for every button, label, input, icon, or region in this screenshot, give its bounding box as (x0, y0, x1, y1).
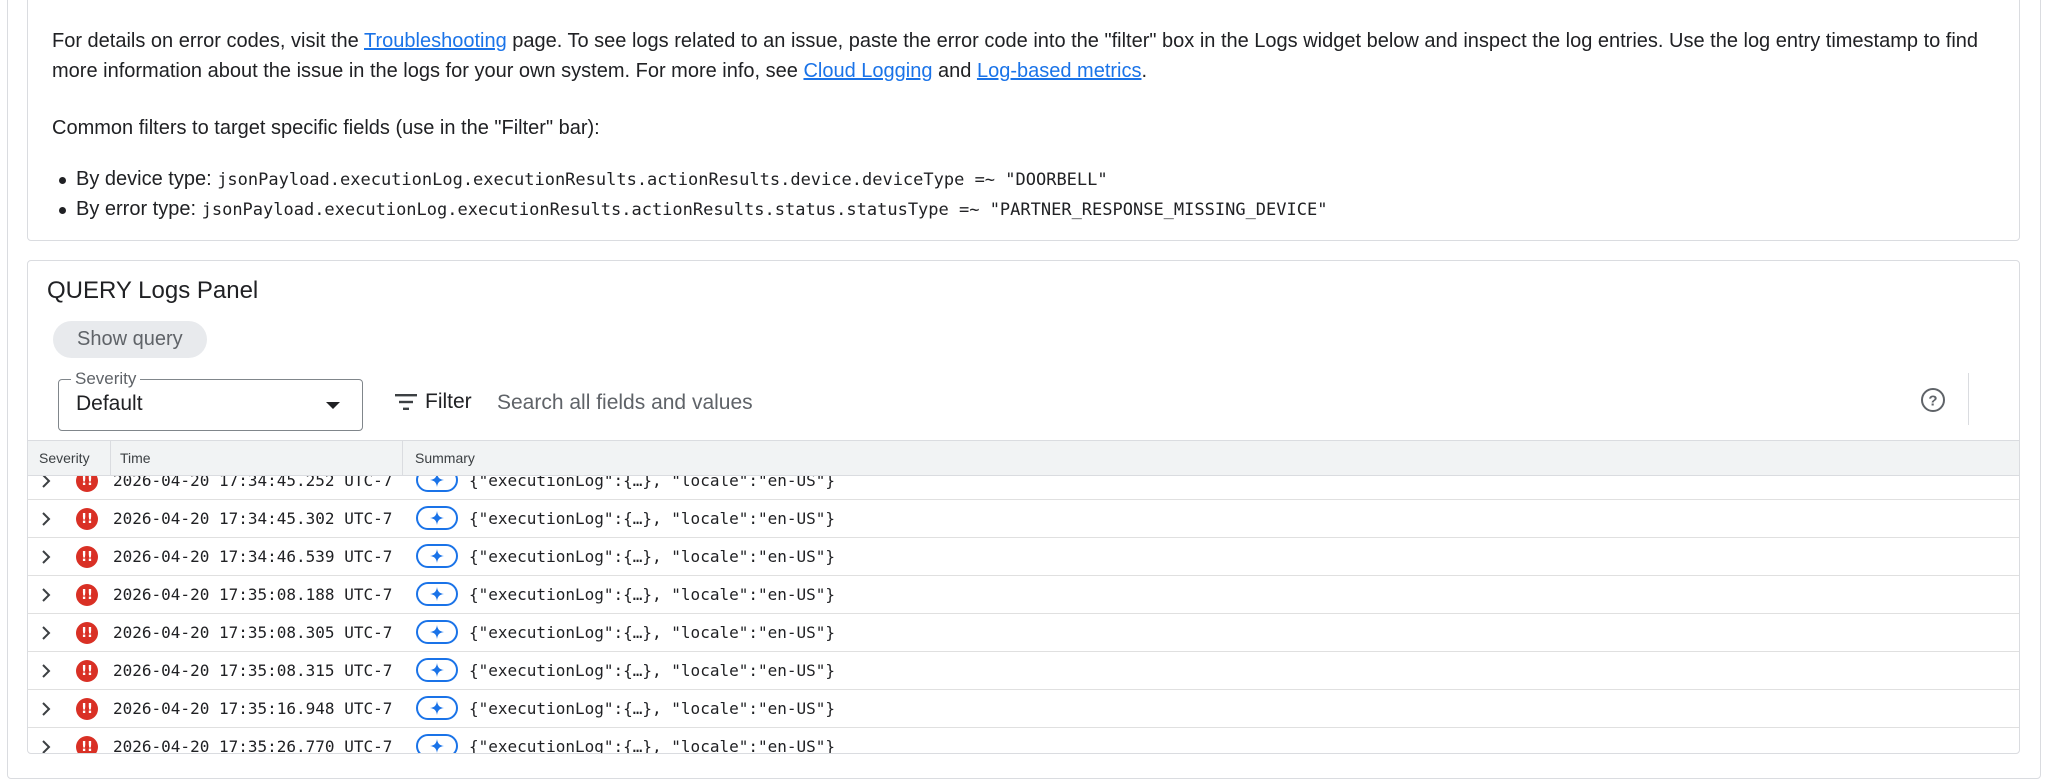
chevron-right-icon[interactable] (37, 586, 55, 604)
column-header-time[interactable]: Time (120, 441, 151, 475)
column-divider (402, 441, 403, 475)
table-row[interactable]: !! 2026-04-20 17:35:08.305 UTC-7 {"execu… (28, 614, 2019, 652)
help-icon[interactable]: ? (1919, 386, 1947, 414)
chevron-right-icon[interactable] (37, 700, 55, 718)
sparkle-glyph (430, 739, 444, 753)
chevron-right-icon[interactable] (37, 624, 55, 642)
table-row[interactable]: !! 2026-04-20 17:34:45.302 UTC-7 {"execu… (28, 500, 2019, 538)
log-rows[interactable]: !! 2026-04-20 17:34:45.252 UTC-7 {"execu… (28, 476, 2019, 753)
sparkle-glyph (430, 511, 444, 525)
log-summary: {"executionLog":{…}, "locale":"en-US"} (469, 699, 836, 718)
log-timestamp: 2026-04-20 17:34:45.252 UTC-7 (113, 476, 393, 490)
log-summary: {"executionLog":{…}, "locale":"en-US"} (469, 661, 836, 680)
sparkle-icon[interactable] (416, 582, 458, 606)
severity-label: Severity (71, 369, 141, 389)
chevron-right-icon[interactable] (37, 738, 55, 753)
sparkle-icon[interactable] (416, 734, 458, 753)
filter-label: By device type: (76, 168, 218, 190)
sparkle-glyph (430, 663, 444, 677)
toolbar-divider (1968, 373, 1969, 425)
svg-text:?: ? (1928, 393, 1937, 410)
table-row[interactable]: !! 2026-04-20 17:35:08.315 UTC-7 {"execu… (28, 652, 2019, 690)
log-summary: {"executionLog":{…}, "locale":"en-US"} (469, 476, 836, 490)
sparkle-icon[interactable] (416, 620, 458, 644)
log-timestamp: 2026-04-20 17:35:16.948 UTC-7 (113, 699, 393, 718)
column-divider (110, 441, 111, 475)
column-header-summary[interactable]: Summary (415, 441, 475, 475)
severity-value: Default (76, 392, 143, 415)
log-based-metrics-link[interactable]: Log-based metrics (977, 60, 1142, 82)
log-timestamp: 2026-04-20 17:35:08.305 UTC-7 (113, 623, 393, 642)
period-text: . (1141, 60, 1148, 82)
log-summary: {"executionLog":{…}, "locale":"en-US"} (469, 585, 836, 604)
chevron-right-icon[interactable] (37, 476, 55, 490)
sparkle-icon[interactable] (416, 696, 458, 720)
filter-icon (395, 394, 417, 410)
filter-item-device-type: By device type: jsonPayload.executionLog… (52, 164, 1327, 194)
sparkle-glyph (430, 476, 444, 487)
log-timestamp: 2026-04-20 17:35:26.770 UTC-7 (113, 737, 393, 753)
filter-list: By device type: jsonPayload.executionLog… (52, 164, 1327, 224)
column-header-severity[interactable]: Severity (39, 441, 90, 475)
chevron-right-icon[interactable] (37, 662, 55, 680)
sparkle-icon[interactable] (416, 506, 458, 530)
panel-title: QUERY Logs Panel (47, 277, 259, 304)
error-severity-icon: !! (76, 660, 98, 682)
search-input[interactable] (495, 384, 1899, 422)
log-timestamp: 2026-04-20 17:34:46.539 UTC-7 (113, 547, 393, 566)
table-header: Severity Time Summary (28, 440, 2019, 476)
filter-item-error-type: By error type: jsonPayload.executionLog.… (52, 194, 1327, 224)
error-severity-icon: !! (76, 584, 98, 606)
chevron-right-icon[interactable] (37, 548, 55, 566)
error-severity-icon: !! (76, 622, 98, 644)
table-row[interactable]: !! 2026-04-20 17:34:45.252 UTC-7 {"execu… (28, 476, 2019, 500)
table-row[interactable]: !! 2026-04-20 17:35:08.188 UTC-7 {"execu… (28, 576, 2019, 614)
show-query-button[interactable]: Show query (53, 321, 207, 358)
sparkle-glyph (430, 625, 444, 639)
intro-text-1: For details on error codes, visit the (52, 30, 364, 52)
filter-button[interactable]: Filter (395, 387, 472, 417)
common-filters-heading: Common filters to target specific fields… (52, 117, 600, 139)
log-summary: {"executionLog":{…}, "locale":"en-US"} (469, 547, 836, 566)
and-text: and (932, 60, 977, 82)
error-severity-icon: !! (76, 736, 98, 753)
sparkle-icon[interactable] (416, 476, 458, 492)
log-rows-inner: !! 2026-04-20 17:34:45.252 UTC-7 {"execu… (28, 476, 2019, 753)
chevron-right-icon[interactable] (37, 510, 55, 528)
sparkle-icon[interactable] (416, 658, 458, 682)
log-timestamp: 2026-04-20 17:35:08.315 UTC-7 (113, 661, 393, 680)
log-timestamp: 2026-04-20 17:34:45.302 UTC-7 (113, 509, 393, 528)
table-row[interactable]: !! 2026-04-20 17:35:26.770 UTC-7 {"execu… (28, 728, 2019, 753)
error-severity-icon: !! (76, 546, 98, 568)
caret-down-icon (326, 402, 340, 409)
table-row[interactable]: !! 2026-04-20 17:34:46.539 UTC-7 {"execu… (28, 538, 2019, 576)
log-timestamp: 2026-04-20 17:35:08.188 UTC-7 (113, 585, 393, 604)
log-summary: {"executionLog":{…}, "locale":"en-US"} (469, 509, 836, 528)
severity-select[interactable]: Severity Default (58, 369, 363, 431)
sparkle-glyph (430, 701, 444, 715)
logs-panel: QUERY Logs Panel Show query Severity Def… (27, 260, 2020, 754)
table-row[interactable]: !! 2026-04-20 17:35:16.948 UTC-7 {"execu… (28, 690, 2019, 728)
info-paragraph: For details on error codes, visit the Tr… (52, 26, 2002, 86)
filter-label: By error type: (76, 198, 202, 220)
sparkle-glyph (430, 587, 444, 601)
filter-code: jsonPayload.executionLog.executionResult… (201, 200, 1328, 220)
sparkle-glyph (430, 549, 444, 563)
log-summary: {"executionLog":{…}, "locale":"en-US"} (469, 623, 836, 642)
error-severity-icon: !! (76, 508, 98, 530)
troubleshooting-link[interactable]: Troubleshooting (364, 30, 507, 52)
log-summary: {"executionLog":{…}, "locale":"en-US"} (469, 737, 836, 753)
filter-code: jsonPayload.executionLog.executionResult… (217, 170, 1108, 190)
cloud-logging-link[interactable]: Cloud Logging (803, 60, 932, 82)
error-severity-icon: !! (76, 476, 98, 492)
filter-label: Filter (425, 390, 472, 413)
error-severity-icon: !! (76, 698, 98, 720)
sparkle-icon[interactable] (416, 544, 458, 568)
